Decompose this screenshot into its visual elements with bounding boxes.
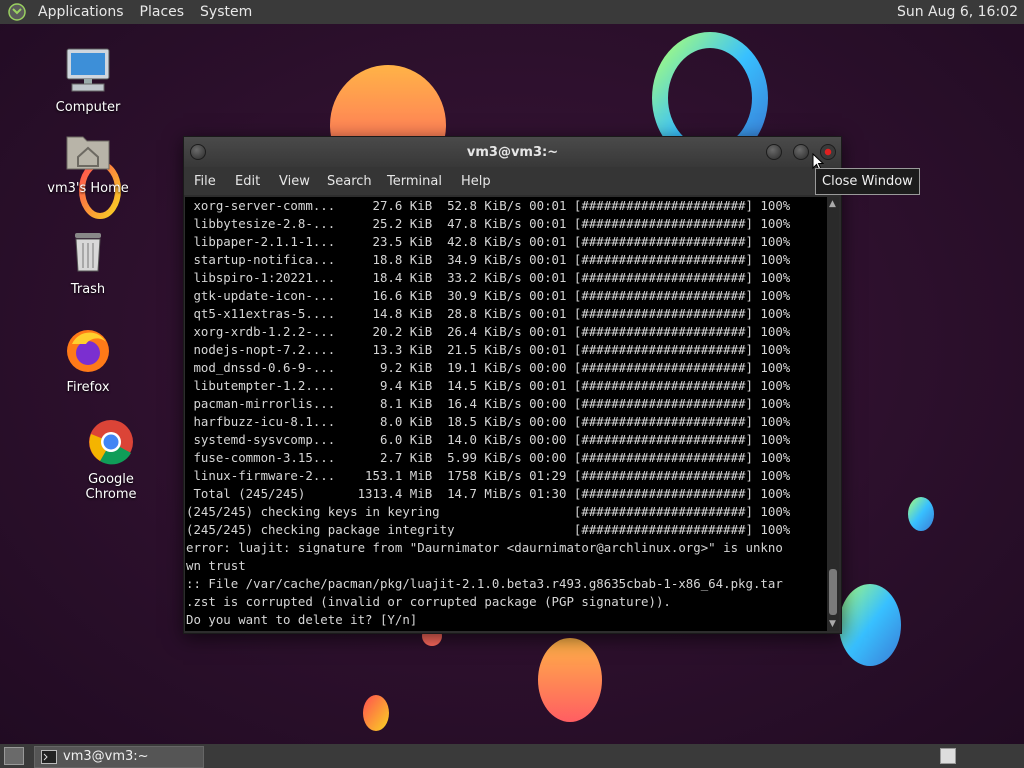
terminal-line: gtk-update-icon-... 16.6 KiB 30.9 KiB/s …	[186, 288, 791, 303]
menu-search[interactable]: Search	[327, 174, 372, 189]
terminal-line: (245/245) checking package integrity [##…	[186, 522, 791, 537]
terminal-line: harfbuzz-icu-8.1... 8.0 KiB 18.5 KiB/s 0…	[186, 414, 791, 429]
desktop-icon-label: Google Chrome	[85, 472, 137, 502]
firefox-icon	[67, 330, 109, 372]
mate-logo-icon[interactable]	[8, 3, 26, 21]
desktop-icon-label: Computer	[55, 100, 121, 115]
taskbar-terminal-item[interactable]: vm3@vm3:~	[34, 746, 204, 768]
desktop-icon-label: vm3's Home	[47, 181, 129, 196]
close-window-tooltip: Close Window	[815, 168, 920, 195]
scroll-thumb[interactable]	[829, 569, 837, 615]
terminal-line: fuse-common-3.15... 2.7 KiB 5.99 KiB/s 0…	[186, 450, 791, 465]
menu-help[interactable]: Help	[461, 174, 491, 189]
terminal-line: libutempter-1.2.... 9.4 KiB 14.5 KiB/s 0…	[186, 378, 791, 393]
terminal-output[interactable]: xorg-server-comm... 27.6 KiB 52.8 KiB/s …	[185, 197, 827, 631]
workspace-switcher[interactable]	[940, 748, 956, 764]
terminal-line: pacman-mirrorlis... 8.1 KiB 16.4 KiB/s 0…	[186, 396, 791, 411]
desktop-icon-computer[interactable]: Computer	[38, 46, 138, 115]
trash-icon	[75, 233, 101, 272]
desktop-icon-label: Firefox	[66, 380, 110, 395]
terminal-line: xorg-xrdb-1.2.2-... 20.2 KiB 26.4 KiB/s …	[186, 324, 791, 339]
desktop-icon-trash[interactable]: Trash	[38, 228, 138, 297]
terminal-line: mod_dnssd-0.6-9-... 9.2 KiB 19.1 KiB/s 0…	[186, 360, 791, 375]
computer-icon	[66, 48, 110, 92]
bottom-panel: vm3@vm3:~	[0, 744, 1024, 768]
window-titlebar[interactable]: vm3@vm3:~	[184, 137, 841, 167]
menu-terminal[interactable]: Terminal	[387, 174, 442, 189]
desktop-icon-label: Trash	[70, 282, 106, 297]
scroll-down-arrow-icon[interactable]: ▼	[829, 619, 836, 629]
menu-edit[interactable]: Edit	[235, 174, 260, 189]
terminal-line: .zst is corrupted (invalid or corrupted …	[186, 594, 671, 609]
maximize-button[interactable]	[793, 144, 809, 160]
clock[interactable]: Sun Aug 6, 16:02	[897, 0, 1018, 24]
terminal-line: qt5-x11extras-5.... 14.8 KiB 28.8 KiB/s …	[186, 306, 791, 321]
menubar: File Edit View Search Terminal Help	[184, 167, 841, 195]
terminal-line: (245/245) checking keys in keyring [####…	[186, 504, 791, 519]
terminal-line: libbytesize-2.8-... 25.2 KiB 47.8 KiB/s …	[186, 216, 791, 231]
applications-menu[interactable]: Applications	[30, 0, 132, 24]
taskbar-item-label: vm3@vm3:~	[63, 749, 149, 764]
desktop-icon-chrome[interactable]: Google Chrome	[61, 418, 161, 502]
desktop-icon-home[interactable]: vm3's Home	[38, 127, 138, 196]
places-menu[interactable]: Places	[132, 0, 193, 24]
terminal-line: wn trust	[186, 558, 246, 573]
home-folder-icon	[66, 136, 110, 170]
terminal-icon	[41, 750, 57, 764]
system-menu[interactable]: System	[192, 0, 260, 24]
terminal-line: nodejs-nopt-7.2.... 13.3 KiB 21.5 KiB/s …	[186, 342, 791, 357]
terminal-line: xorg-server-comm... 27.6 KiB 52.8 KiB/s …	[186, 198, 791, 213]
terminal-line: startup-notifica... 18.8 KiB 34.9 KiB/s …	[186, 252, 791, 267]
minimize-button[interactable]	[766, 144, 782, 160]
desktop-icon-firefox[interactable]: Firefox	[38, 326, 138, 395]
terminal-line: Do you want to delete it? [Y/n]	[186, 612, 418, 627]
menu-file[interactable]: File	[194, 174, 216, 189]
terminal-window[interactable]: vm3@vm3:~ File Edit View Search Terminal…	[183, 136, 842, 634]
show-desktop-icon[interactable]	[4, 747, 24, 765]
terminal-line: linux-firmware-2... 153.1 MiB 1758 KiB/s…	[186, 468, 791, 483]
top-panel: Applications Places System Sun Aug 6, 16…	[0, 0, 1024, 24]
terminal-line: libspiro-1:20221... 18.4 KiB 33.2 KiB/s …	[186, 270, 791, 285]
terminal-line: systemd-sysvcomp... 6.0 KiB 14.0 KiB/s 0…	[186, 432, 791, 447]
terminal-line: :: File /var/cache/pacman/pkg/luajit-2.1…	[186, 576, 783, 591]
menu-view[interactable]: View	[279, 174, 310, 189]
window-title: vm3@vm3:~	[466, 145, 559, 160]
terminal-line: Total (245/245) 1313.4 MiB 14.7 MiB/s 01…	[186, 486, 791, 501]
chrome-icon	[89, 420, 133, 465]
terminal-line: libpaper-2.1.1-1... 23.5 KiB 42.8 KiB/s …	[186, 234, 791, 249]
scroll-up-arrow-icon[interactable]: ▲	[829, 199, 836, 209]
terminal-line: error: luajit: signature from "Daurnimat…	[186, 540, 783, 555]
terminal-scrollbar[interactable]: ▲ ▼	[827, 197, 839, 631]
